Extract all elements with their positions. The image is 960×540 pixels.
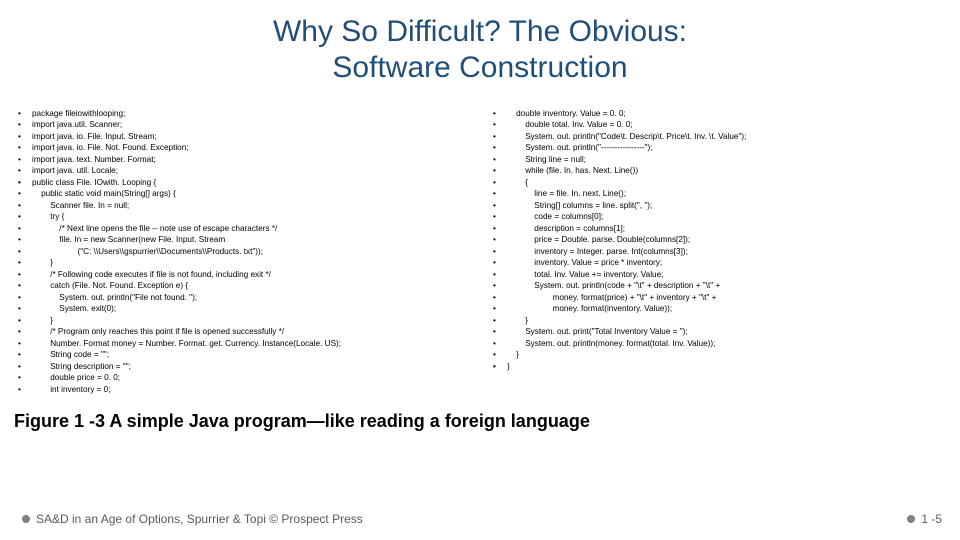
code-line: double price = 0. 0;: [10, 372, 475, 383]
code-line: int inventory = 0;: [10, 384, 475, 395]
footer-left: SA&D in an Age of Options, Spurrier & To…: [22, 512, 363, 526]
code-line: line = file. In. next. Line();: [485, 188, 950, 199]
code-line: Number. Format money = Number. Format. g…: [10, 338, 475, 349]
code-line: import java. io. File. Input. Stream;: [10, 131, 475, 142]
code-line: double inventory. Value = 0. 0;: [485, 108, 950, 119]
code-line: double total. Inv. Value = 0. 0;: [485, 119, 950, 130]
code-line: String description = "";: [10, 361, 475, 372]
footer-right: 1 -5: [907, 512, 942, 526]
slide-title: Why So Difficult? The Obvious: Software …: [0, 0, 960, 86]
code-line: ("C: \\Users\\gspurrier\\Documents\\Prod…: [10, 246, 475, 257]
code-line: money. format(price) + "\t" + inventory …: [485, 292, 950, 303]
code-line: String code = "";: [10, 349, 475, 360]
code-line: String[] columns = line. split(", ");: [485, 200, 950, 211]
code-line: }: [485, 349, 950, 360]
code-line: import java.util. Scanner;: [10, 119, 475, 130]
code-line: System. out. println(code + "\t" + descr…: [485, 280, 950, 291]
code-line: public class File. IOwith. Looping {: [10, 177, 475, 188]
code-right-column: double inventory. Value = 0. 0; double t…: [485, 108, 950, 395]
code-line: System. out. println("File not found. ")…: [10, 292, 475, 303]
code-line: money. format(inventory. Value));: [485, 303, 950, 314]
title-line2: Software Construction: [332, 51, 627, 84]
code-line: /* Following code executes if file is no…: [10, 269, 475, 280]
code-line: package fileiowithlooping;: [10, 108, 475, 119]
code-line: String line = null;: [485, 154, 950, 165]
code-line: System. exit(0);: [10, 303, 475, 314]
code-line: }: [10, 257, 475, 268]
bullet-icon: [907, 515, 915, 523]
code-line: import java. text. Number. Format;: [10, 154, 475, 165]
title-line1: Why So Difficult? The Obvious:: [273, 15, 687, 48]
code-left-column: package fileiowithlooping;import java.ut…: [10, 108, 475, 395]
code-line: while (file. In. has. Next. Line()): [485, 165, 950, 176]
code-line: price = Double. parse. Double(columns[2]…: [485, 234, 950, 245]
code-line: System. out. println("Code\t. Descrip\t.…: [485, 131, 950, 142]
code-line: import java. util. Locale;: [10, 165, 475, 176]
code-line: /* Next line opens the file -- note use …: [10, 223, 475, 234]
code-line: catch (File. Not. Found. Exception e) {: [10, 280, 475, 291]
code-line: }: [10, 315, 475, 326]
code-line: import java. io. File. Not. Found. Excep…: [10, 142, 475, 153]
bullet-icon: [22, 515, 30, 523]
code-line: System. out. println(money. format(total…: [485, 338, 950, 349]
code-line: description = columns[1];: [485, 223, 950, 234]
code-line: inventory = Integer. parse. Int(columns[…: [485, 246, 950, 257]
code-line: }: [485, 315, 950, 326]
code-line: {: [485, 177, 950, 188]
code-line: code = columns[0];: [485, 211, 950, 222]
code-line: total. Inv. Value += inventory. Value;: [485, 269, 950, 280]
code-line: /* Program only reaches this point if fi…: [10, 326, 475, 337]
code-columns: package fileiowithlooping;import java.ut…: [0, 86, 960, 395]
code-line: inventory. Value = price * inventory;: [485, 257, 950, 268]
page-number: 1 -5: [921, 512, 942, 526]
footer-credit: SA&D in an Age of Options, Spurrier & To…: [36, 512, 363, 526]
code-line: System. out. print("Total Inventory Valu…: [485, 326, 950, 337]
code-line: System. out. println("----------------")…: [485, 142, 950, 153]
code-line: public static void main(String[] args) {: [10, 188, 475, 199]
code-line: file. In = new Scanner(new File. Input. …: [10, 234, 475, 245]
code-line: }: [485, 361, 950, 372]
code-line: Scanner file. In = null;: [10, 200, 475, 211]
code-line: try {: [10, 211, 475, 222]
figure-caption: Figure 1 -3 A simple Java program—like r…: [0, 395, 960, 432]
slide-footer: SA&D in an Age of Options, Spurrier & To…: [0, 512, 960, 526]
